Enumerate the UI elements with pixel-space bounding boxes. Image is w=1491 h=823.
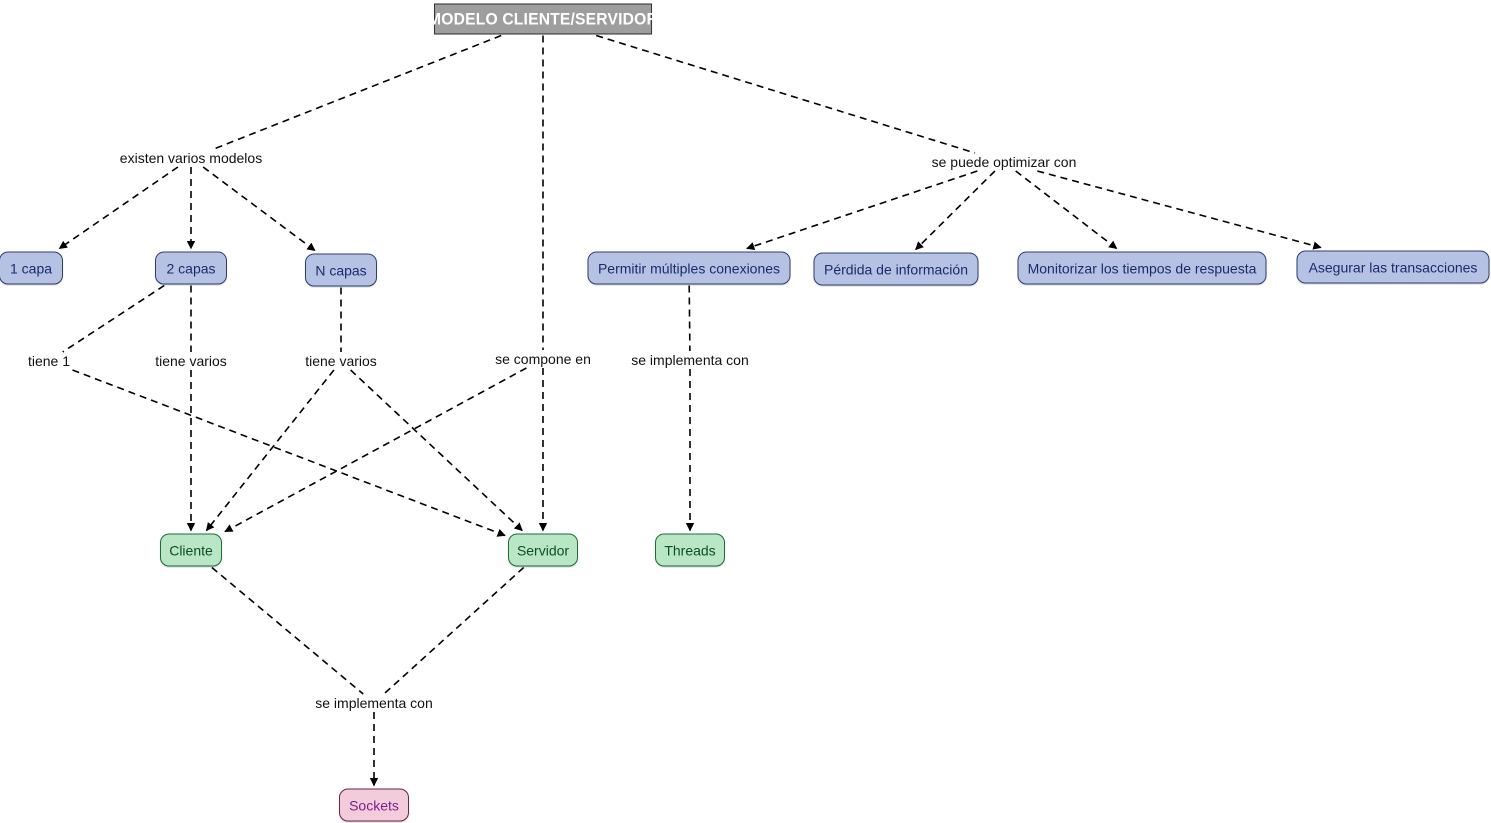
node-label: 1 capa (9, 260, 53, 276)
edge-tienevariosN-to-cliente (205, 369, 335, 532)
node-label: Servidor (516, 542, 570, 558)
node-monitorizar-tiempos-respuesta[interactable]: Monitorizar los tiempos de respuesta (1017, 251, 1267, 285)
link-label-se-implementa-con-sockets: se implementa con (312, 695, 436, 711)
edge-secompone-to-cliente (224, 367, 527, 533)
edge-tiene1-to-servidor (72, 369, 506, 537)
node-label: Monitorizar los tiempos de respuesta (1027, 260, 1257, 276)
node-cliente[interactable]: Cliente (160, 533, 222, 567)
node-2-capas[interactable]: 2 capas (155, 251, 227, 285)
concept-map-canvas: MODELO CLIENTE/SERVIDOR 1 capa 2 capas N… (0, 0, 1491, 823)
edge-layer (58, 34, 1322, 787)
node-threads[interactable]: Threads (655, 533, 725, 567)
edge-root-to-optimizar (595, 34, 976, 154)
node-asegurar-las-transacciones[interactable]: Asegurar las transacciones (1296, 250, 1490, 284)
node-label: 2 capas (166, 260, 216, 276)
edge-optimizar-to-asegurar (1037, 170, 1322, 250)
node-label: Cliente (169, 542, 213, 558)
edge-capa2-to-tiene1 (62, 284, 165, 353)
edge-existen-to-ncapas (202, 166, 316, 252)
node-servidor[interactable]: Servidor (508, 533, 578, 567)
edge-root-to-existen (213, 34, 502, 150)
link-label-se-compone-en: se compone en (492, 351, 594, 367)
node-sockets[interactable]: Sockets (339, 788, 409, 822)
edge-optimizar-to-perdida (915, 170, 996, 251)
edge-existen-to-1capa (58, 166, 179, 250)
node-perdida-de-informacion[interactable]: Pérdida de información (813, 252, 979, 286)
link-label-tiene-varios-2capas: tiene varios (152, 353, 230, 369)
node-label: Sockets (349, 797, 399, 813)
link-label-se-puede-optimizar-con: se puede optimizar con (928, 154, 1080, 170)
link-label-tiene-varios-ncapas: tiene varios (302, 353, 380, 369)
edge-servidor-to-implementa (383, 566, 525, 695)
node-label: Pérdida de información (824, 261, 968, 277)
link-label-existen-varios-modelos: existen varios modelos (116, 150, 266, 166)
edge-conexiones-to-implementa (688, 285, 691, 352)
edge-optimizar-to-monitorizar (1015, 170, 1118, 250)
edge-tienevariosN-to-servidor (350, 369, 523, 532)
node-n-capas[interactable]: N capas (305, 253, 377, 287)
node-label: Asegurar las transacciones (1308, 259, 1478, 275)
node-label: MODELO CLIENTE/SERVIDOR (428, 9, 658, 28)
node-permitir-multiples-conexiones[interactable]: Permitir múltiples conexiones (587, 251, 791, 285)
node-1-capa[interactable]: 1 capa (0, 251, 63, 285)
node-label: Permitir múltiples conexiones (597, 260, 781, 276)
node-label: Threads (664, 542, 716, 558)
edge-cliente-to-implementa (211, 566, 364, 695)
edge-optimizar-to-conexiones (746, 170, 978, 251)
link-label-tiene-1: tiene 1 (24, 353, 74, 369)
node-root-modelo-cliente-servidor[interactable]: MODELO CLIENTE/SERVIDOR (428, 3, 658, 35)
node-label: N capas (315, 262, 367, 278)
link-label-se-implementa-con-threads: se implementa con (628, 352, 752, 368)
